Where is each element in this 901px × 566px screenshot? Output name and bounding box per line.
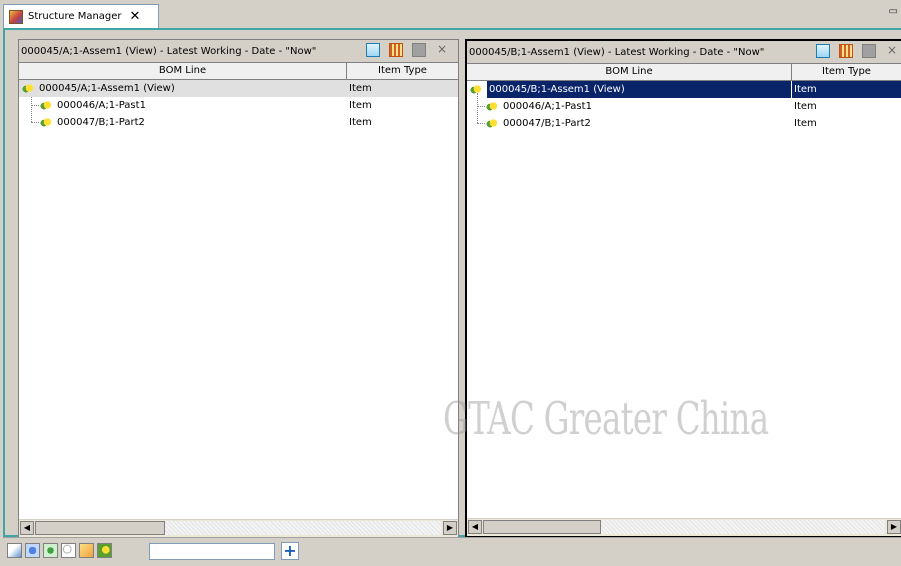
tree-row[interactable]: 000046/A;1-Past1 Item [467,98,901,115]
close-tab-icon[interactable]: ✕ [130,10,141,23]
close-icon[interactable]: × [435,43,449,57]
scroll-right-icon[interactable]: ▶ [443,521,457,535]
tree-row[interactable]: 000047/B;1-Part2 Item [467,115,901,132]
bottom-toolbar: + [3,537,901,566]
import-icon[interactable] [7,543,22,558]
assembly-icon[interactable] [97,543,112,558]
right-pane-toolbar: × [816,44,901,58]
scroll-track[interactable] [165,521,441,535]
right-tree: 000045/B;1-Assem1 (View) Item 000046/A;1… [467,81,901,132]
swap-icon[interactable] [25,543,40,558]
grid-icon[interactable] [839,44,853,58]
expand-icon[interactable] [79,543,94,558]
structure-manager-icon [9,9,23,24]
item-type: Item [349,100,372,111]
bom-line-name: 000046/A;1-Past1 [503,101,592,112]
assembly-icon [21,83,35,94]
left-column-header: BOM Line Item Type [19,63,458,80]
part-icon [39,117,53,128]
refresh-icon[interactable] [43,543,58,558]
left-pane-header: 000045/A;1-Assem1 (View) - Latest Workin… [19,40,458,63]
assembly-icon [469,84,483,95]
scroll-thumb[interactable] [483,520,601,534]
tree-row[interactable]: 000046/A;1-Past1 Item [19,97,458,114]
bom-line-name: 000047/B;1-Part2 [503,118,591,129]
search-input[interactable] [149,543,275,560]
right-pane-header: 000045/B;1-Assem1 (View) - Latest Workin… [467,41,901,64]
col-item-type[interactable]: Item Type [792,64,901,80]
left-horizontal-scrollbar[interactable]: ◀ ▶ [19,519,458,537]
left-tree: 000045/A;1-Assem1 (View) Item 000046/A;1… [19,80,458,131]
new-icon[interactable] [816,44,830,58]
col-bom-line[interactable]: BOM Line [19,63,347,79]
part-icon [485,101,499,112]
item-type: Item [794,101,817,112]
scroll-left-icon[interactable]: ◀ [20,521,34,535]
col-item-type[interactable]: Item Type [347,63,458,79]
find-icon[interactable] [61,543,76,558]
left-bom-pane: 000045/A;1-Assem1 (View) - Latest Workin… [18,39,459,538]
right-column-header: BOM Line Item Type [467,64,901,81]
editor-tab-bar: Structure Manager ✕ ▭ [0,0,901,28]
item-type: Item [349,117,372,128]
new-icon[interactable] [366,43,380,57]
watermark: GTAC Greater China [443,392,769,445]
save-icon[interactable] [862,44,876,58]
bom-line-name: 000045/A;1-Assem1 (View) [39,83,175,94]
bom-line-name: 000045/B;1-Assem1 (View) [487,81,791,98]
item-type: Item [792,81,901,98]
scroll-thumb[interactable] [35,521,165,535]
part-icon [39,100,53,111]
right-pane-title: 000045/B;1-Assem1 (View) - Latest Workin… [469,46,765,58]
add-icon[interactable]: + [281,542,299,560]
right-bom-pane: 000045/B;1-Assem1 (View) - Latest Workin… [465,39,901,538]
left-pane-title: 000045/A;1-Assem1 (View) - Latest Workin… [21,45,317,57]
tab-structure-manager[interactable]: Structure Manager ✕ [3,4,159,28]
scroll-track[interactable] [601,520,885,534]
right-horizontal-scrollbar[interactable]: ◀ ▶ [467,518,901,536]
tree-row[interactable]: 000045/A;1-Assem1 (View) Item [19,80,458,97]
bom-line-name: 000046/A;1-Past1 [57,100,146,111]
scroll-right-icon[interactable]: ▶ [887,520,901,534]
grid-icon[interactable] [389,43,403,57]
close-icon[interactable]: × [885,44,899,58]
item-type: Item [349,83,372,94]
save-icon[interactable] [412,43,426,57]
item-type: Item [794,118,817,129]
tree-row[interactable]: 000047/B;1-Part2 Item [19,114,458,131]
bom-line-name: 000047/B;1-Part2 [57,117,145,128]
minimize-icon[interactable]: ▭ [889,6,898,17]
scroll-left-icon[interactable]: ◀ [468,520,482,534]
part-icon [485,118,499,129]
tab-title: Structure Manager [28,11,122,22]
col-bom-line[interactable]: BOM Line [467,64,792,80]
tree-row-selected[interactable]: 000045/B;1-Assem1 (View) Item [467,81,901,98]
left-pane-toolbar: × [366,43,458,57]
